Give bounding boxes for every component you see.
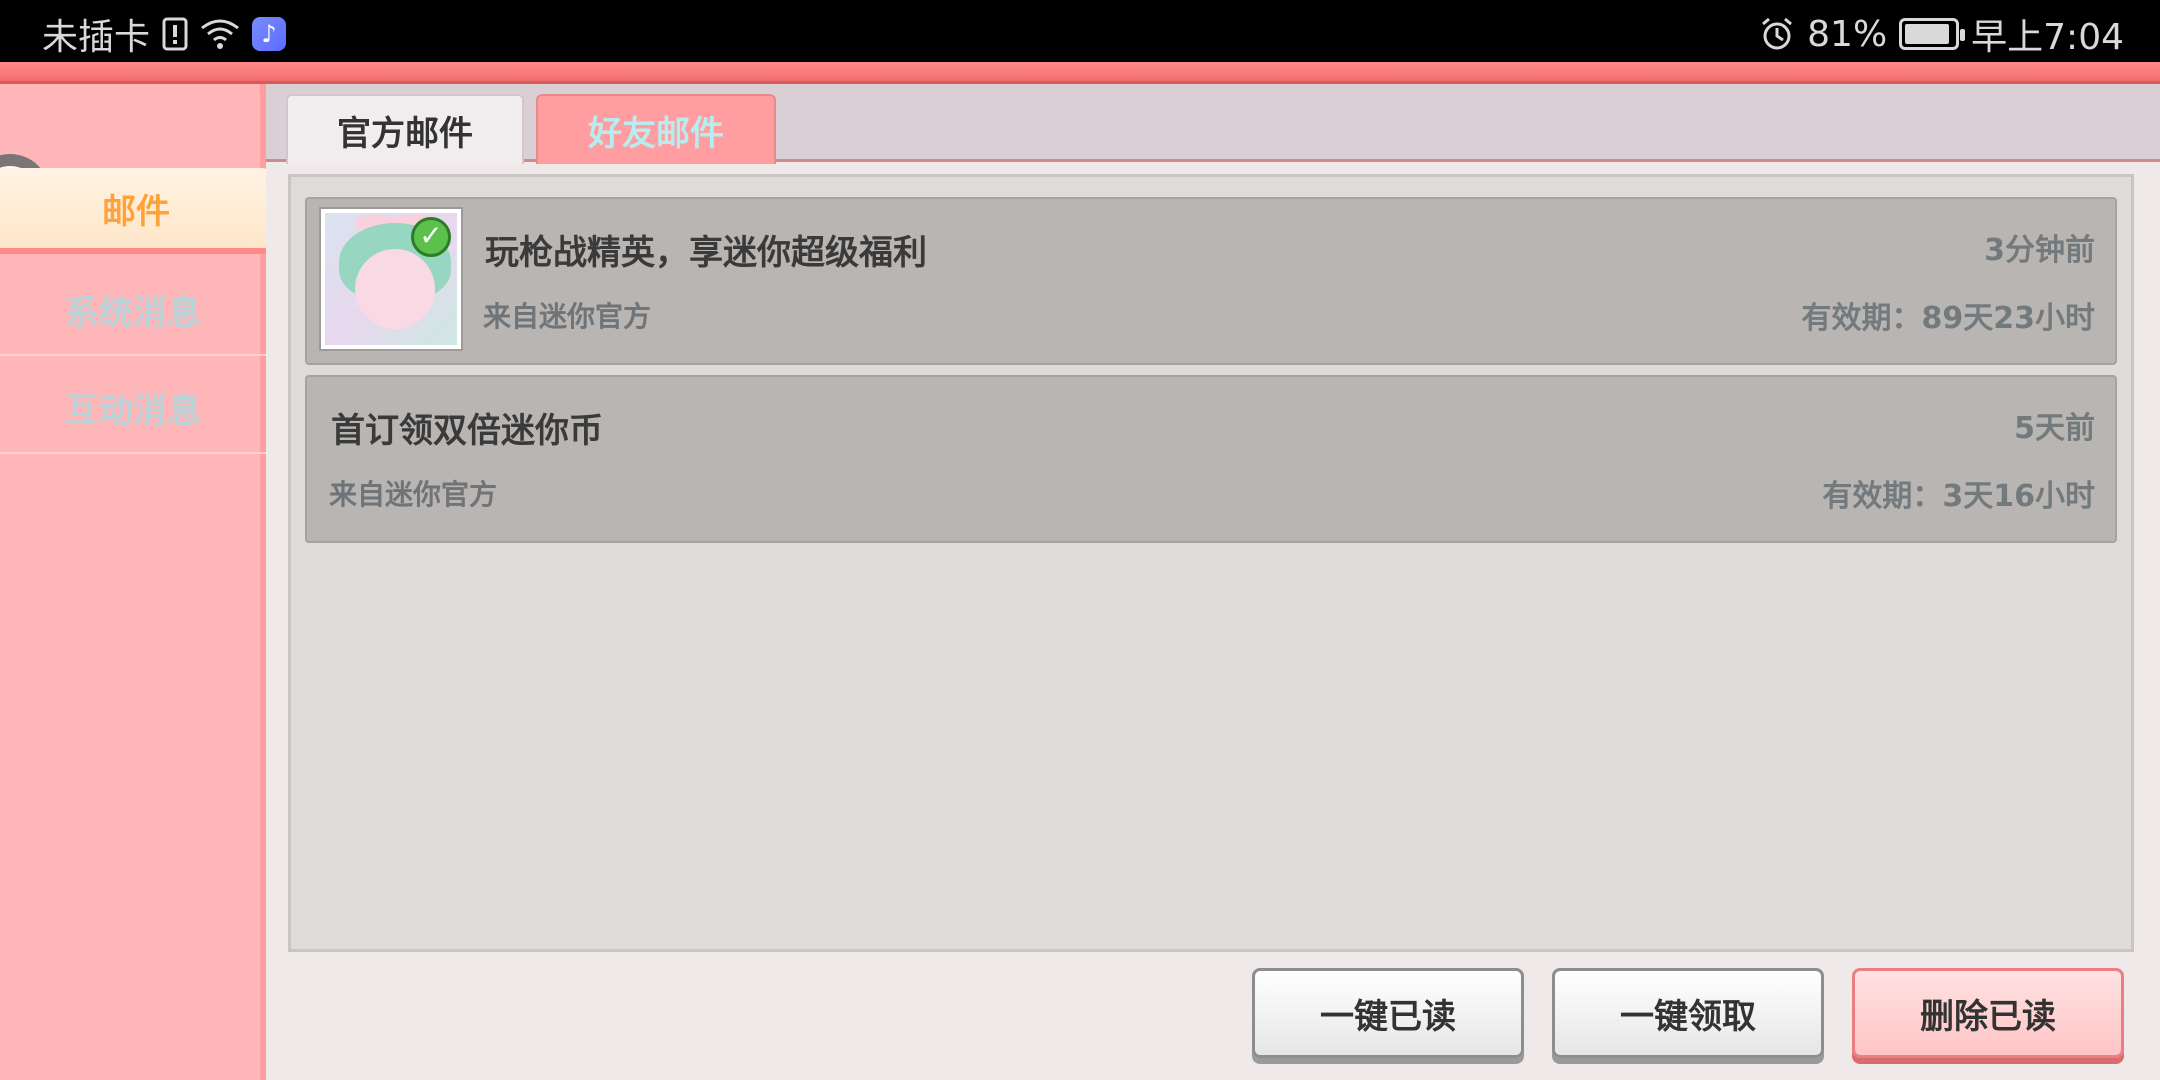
mail-time: 3分钟前: [1984, 233, 2095, 268]
mail-time: 5天前: [2014, 411, 2095, 446]
sidebar-item-system-messages[interactable]: 系统消息: [0, 266, 266, 352]
status-bar: 未插卡 ♪ 81% 早上7:04: [0, 0, 2160, 62]
mail-avatar: ✓: [321, 209, 461, 349]
sidebar-divider: [0, 452, 266, 454]
check-icon: ✓: [411, 217, 451, 257]
mail-item[interactable]: ✓ 玩枪战精英，享迷你超级福利 来自迷你官方 3分钟前 有效期：89天23小时: [305, 197, 2117, 365]
sidebar-item-label: 系统消息: [65, 292, 201, 333]
tab-official-mail[interactable]: 官方邮件: [286, 94, 524, 164]
mail-title: 首订领双倍迷你币: [331, 411, 603, 451]
alarm-icon: [1759, 16, 1795, 52]
mail-item[interactable]: 首订领双倍迷你币 来自迷你官方 5天前 有效期：3天16小时: [305, 375, 2117, 543]
sidebar-item-mail[interactable]: 邮件: [0, 168, 272, 254]
sidebar-divider: [0, 354, 266, 356]
music-app-icon: ♪: [252, 17, 287, 51]
sidebar-item-label: 互动消息: [65, 390, 201, 431]
mail-sender: 来自迷你官方: [329, 478, 498, 511]
sidebar-item-interactive-messages[interactable]: 互动消息: [0, 364, 266, 450]
tab-label: 官方邮件: [337, 113, 473, 154]
clock: 早上7:04: [1971, 17, 2124, 58]
mail-title: 玩枪战精英，享迷你超级福利: [485, 233, 927, 273]
battery-fill: [1905, 24, 1950, 44]
battery-icon: [1899, 18, 1966, 50]
mail-expiry: 有效期：3天16小时: [1822, 479, 2095, 514]
mail-sender: 来自迷你官方: [483, 300, 652, 333]
tab-label: 好友邮件: [588, 113, 724, 154]
tab-friend-mail[interactable]: 好友邮件: [536, 94, 776, 164]
battery-percent: 81%: [1807, 13, 1888, 55]
status-right: 81% 早上7:04: [1759, 8, 2124, 60]
sim-alert-icon: [162, 17, 188, 51]
top-decoration-strip: [0, 62, 2160, 84]
avatar-face: [355, 249, 435, 329]
tabs-bar: 官方邮件 好友邮件: [266, 84, 2160, 164]
button-label: 一键领取: [1620, 996, 1756, 1037]
sidebar: 邮件 系统消息 互动消息: [0, 84, 272, 1080]
mail-panel: 官方邮件 好友邮件 ✓ 玩枪战精英，享迷你超级福利 来自迷你官方 3分钟前 有效…: [266, 84, 2160, 1080]
status-left: 未插卡 ♪: [42, 8, 287, 60]
button-label: 一键已读: [1320, 996, 1456, 1037]
mail-expiry: 有效期：89天23小时: [1801, 301, 2096, 336]
wifi-icon: [200, 18, 240, 50]
button-label: 删除已读: [1920, 996, 2056, 1037]
delete-read-button[interactable]: 删除已读: [1852, 968, 2124, 1058]
read-all-button[interactable]: 一键已读: [1252, 968, 1524, 1058]
carrier-label: 未插卡: [42, 17, 151, 58]
claim-all-button[interactable]: 一键领取: [1552, 968, 1824, 1058]
mail-list[interactable]: ✓ 玩枪战精英，享迷你超级福利 来自迷你官方 3分钟前 有效期：89天23小时 …: [288, 174, 2134, 952]
sidebar-item-label: 邮件: [102, 191, 170, 232]
